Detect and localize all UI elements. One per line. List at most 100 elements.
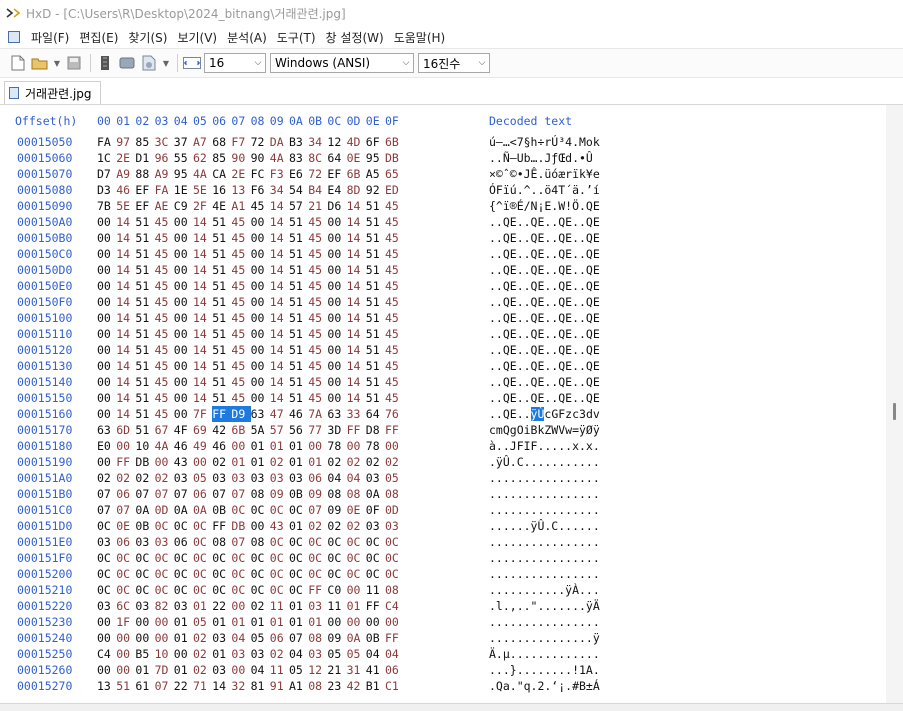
menu-file[interactable]: 파일(F) xyxy=(26,29,74,46)
hex-byte[interactable]: 0C xyxy=(135,566,155,582)
hex-byte[interactable]: 45 xyxy=(385,310,405,326)
hex-byte[interactable]: 7F xyxy=(193,406,213,422)
hex-byte[interactable]: 45 xyxy=(155,390,175,406)
hex-byte[interactable]: 0C xyxy=(193,518,213,534)
hex-byte[interactable]: 45 xyxy=(155,358,175,374)
hex-byte[interactable]: 65 xyxy=(385,166,405,182)
hex-byte[interactable]: 03 xyxy=(270,470,290,486)
hex-byte[interactable]: 02 xyxy=(308,518,328,534)
decoded-text[interactable]: ..QE..QE..QE..QE xyxy=(489,294,600,310)
hex-byte[interactable]: 14 xyxy=(270,198,290,214)
hex-byte[interactable]: 00 xyxy=(174,230,194,246)
hex-byte[interactable]: 07 xyxy=(97,502,117,518)
hex-byte[interactable]: 00 xyxy=(327,390,347,406)
hex-byte[interactable]: D3 xyxy=(97,182,117,198)
hex-byte[interactable]: 45 xyxy=(308,358,328,374)
hex-byte[interactable]: 34 xyxy=(270,182,290,198)
hex-byte[interactable]: 0A xyxy=(366,486,386,502)
hex-byte[interactable]: 95 xyxy=(174,166,194,182)
hex-byte[interactable]: 00 xyxy=(251,214,271,230)
hex-byte[interactable]: 51 xyxy=(366,230,386,246)
hex-byte[interactable]: 00 xyxy=(174,358,194,374)
hex-byte[interactable]: 57 xyxy=(289,198,309,214)
hex-byte[interactable]: 00 xyxy=(251,358,271,374)
hex-byte[interactable]: 14 xyxy=(270,230,290,246)
hex-byte[interactable]: 14 xyxy=(347,198,367,214)
hex-byte[interactable]: 12 xyxy=(327,134,347,150)
hex-byte[interactable]: 05 xyxy=(193,470,213,486)
hex-byte[interactable]: 45 xyxy=(231,326,251,342)
hex-byte[interactable]: 0C xyxy=(251,566,271,582)
hex-byte[interactable]: 02 xyxy=(385,454,405,470)
decoded-text[interactable]: à..JFIF.....x.x. xyxy=(489,438,600,454)
hex-byte[interactable]: 00 xyxy=(97,342,117,358)
hex-byte[interactable]: 8C xyxy=(308,150,328,166)
hex-byte[interactable]: A7 xyxy=(193,134,213,150)
hex-editor-view[interactable]: Offset(h) 00 01 02 03 04 05 06 07 08 09 0A 0B 0C 0D 0E… xyxy=(0,105,886,703)
hex-byte[interactable]: 6D xyxy=(116,422,136,438)
hex-byte[interactable]: 01 xyxy=(251,438,271,454)
disk-dropdown-arrow-icon[interactable]: ▼ xyxy=(161,53,171,73)
hex-byte[interactable]: 0C xyxy=(251,502,271,518)
hex-byte[interactable]: 51 xyxy=(366,278,386,294)
hex-byte[interactable]: 0C xyxy=(97,566,117,582)
hex-byte[interactable]: 0C xyxy=(116,582,136,598)
hex-byte[interactable]: 4A xyxy=(270,150,290,166)
hex-byte[interactable]: 14 xyxy=(347,310,367,326)
hex-byte[interactable]: 01 xyxy=(270,614,290,630)
decoded-text[interactable]: ..QE..QE..QE..QE xyxy=(489,246,600,262)
hex-byte[interactable]: 00 xyxy=(116,630,136,646)
hex-byte[interactable]: 14 xyxy=(347,214,367,230)
hex-byte[interactable]: 00 xyxy=(251,278,271,294)
menu-tools[interactable]: 도구(T) xyxy=(272,29,321,46)
hex-byte[interactable]: 0A xyxy=(135,502,155,518)
hex-byte[interactable]: 14 xyxy=(270,246,290,262)
hex-byte[interactable]: 21 xyxy=(327,662,347,678)
hex-byte[interactable]: 03 xyxy=(289,470,309,486)
hex-byte[interactable]: 03 xyxy=(135,534,155,550)
hex-byte[interactable]: 07 xyxy=(116,502,136,518)
hex-byte[interactable]: 2F xyxy=(193,198,213,214)
hex-byte[interactable]: C4 xyxy=(385,598,405,614)
hex-byte[interactable]: 51 xyxy=(289,358,309,374)
hex-byte[interactable]: 45 xyxy=(155,278,175,294)
hex-byte[interactable]: 7D xyxy=(155,662,175,678)
hex-byte[interactable]: 0C xyxy=(212,582,232,598)
hex-byte[interactable]: 06 xyxy=(174,534,194,550)
hex-byte[interactable]: 8D xyxy=(347,182,367,198)
hex-byte[interactable]: 51 xyxy=(289,390,309,406)
hex-byte[interactable]: 0C xyxy=(327,566,347,582)
hex-byte[interactable]: 01 xyxy=(174,614,194,630)
hex-byte[interactable]: 0C xyxy=(327,534,347,550)
hex-byte[interactable]: 14 xyxy=(193,358,213,374)
hex-byte[interactable]: 05 xyxy=(327,646,347,662)
hex-byte[interactable]: 69 xyxy=(193,422,213,438)
hex-byte[interactable]: 51 xyxy=(366,326,386,342)
hex-byte[interactable]: 03 xyxy=(97,598,117,614)
hex-byte[interactable]: 00 xyxy=(327,230,347,246)
hex-byte[interactable]: 00 xyxy=(135,614,155,630)
hex-byte[interactable]: 83 xyxy=(289,150,309,166)
hex-byte[interactable]: 14 xyxy=(347,230,367,246)
hex-byte[interactable]: 1E xyxy=(174,182,194,198)
hex-byte[interactable]: 63 xyxy=(97,422,117,438)
hex-byte[interactable]: 03 xyxy=(231,646,251,662)
hex-byte[interactable]: 00 xyxy=(251,230,271,246)
hex-byte[interactable]: 0C xyxy=(270,534,290,550)
hex-byte[interactable]: 45 xyxy=(231,358,251,374)
decoded-text[interactable]: .l.‚..".......ÿÄ xyxy=(489,598,600,614)
hex-byte[interactable]: 0C xyxy=(212,566,232,582)
hex-byte[interactable]: 01 xyxy=(289,598,309,614)
hex-byte[interactable]: 0C xyxy=(155,566,175,582)
hex-byte[interactable]: 14 xyxy=(116,374,136,390)
hex-byte[interactable]: 08 xyxy=(212,534,232,550)
hex-byte[interactable]: 01 xyxy=(135,662,155,678)
hex-byte[interactable]: 51 xyxy=(212,294,232,310)
hex-byte[interactable]: 02 xyxy=(347,454,367,470)
decoded-text[interactable]: ..QE..QE..QE..QE xyxy=(489,262,600,278)
hex-byte[interactable]: 51 xyxy=(135,374,155,390)
hex-byte[interactable]: 0C xyxy=(97,582,117,598)
disk-image-icon[interactable] xyxy=(139,53,159,73)
disk-icon[interactable] xyxy=(117,53,137,73)
hex-byte[interactable]: E6 xyxy=(289,166,309,182)
